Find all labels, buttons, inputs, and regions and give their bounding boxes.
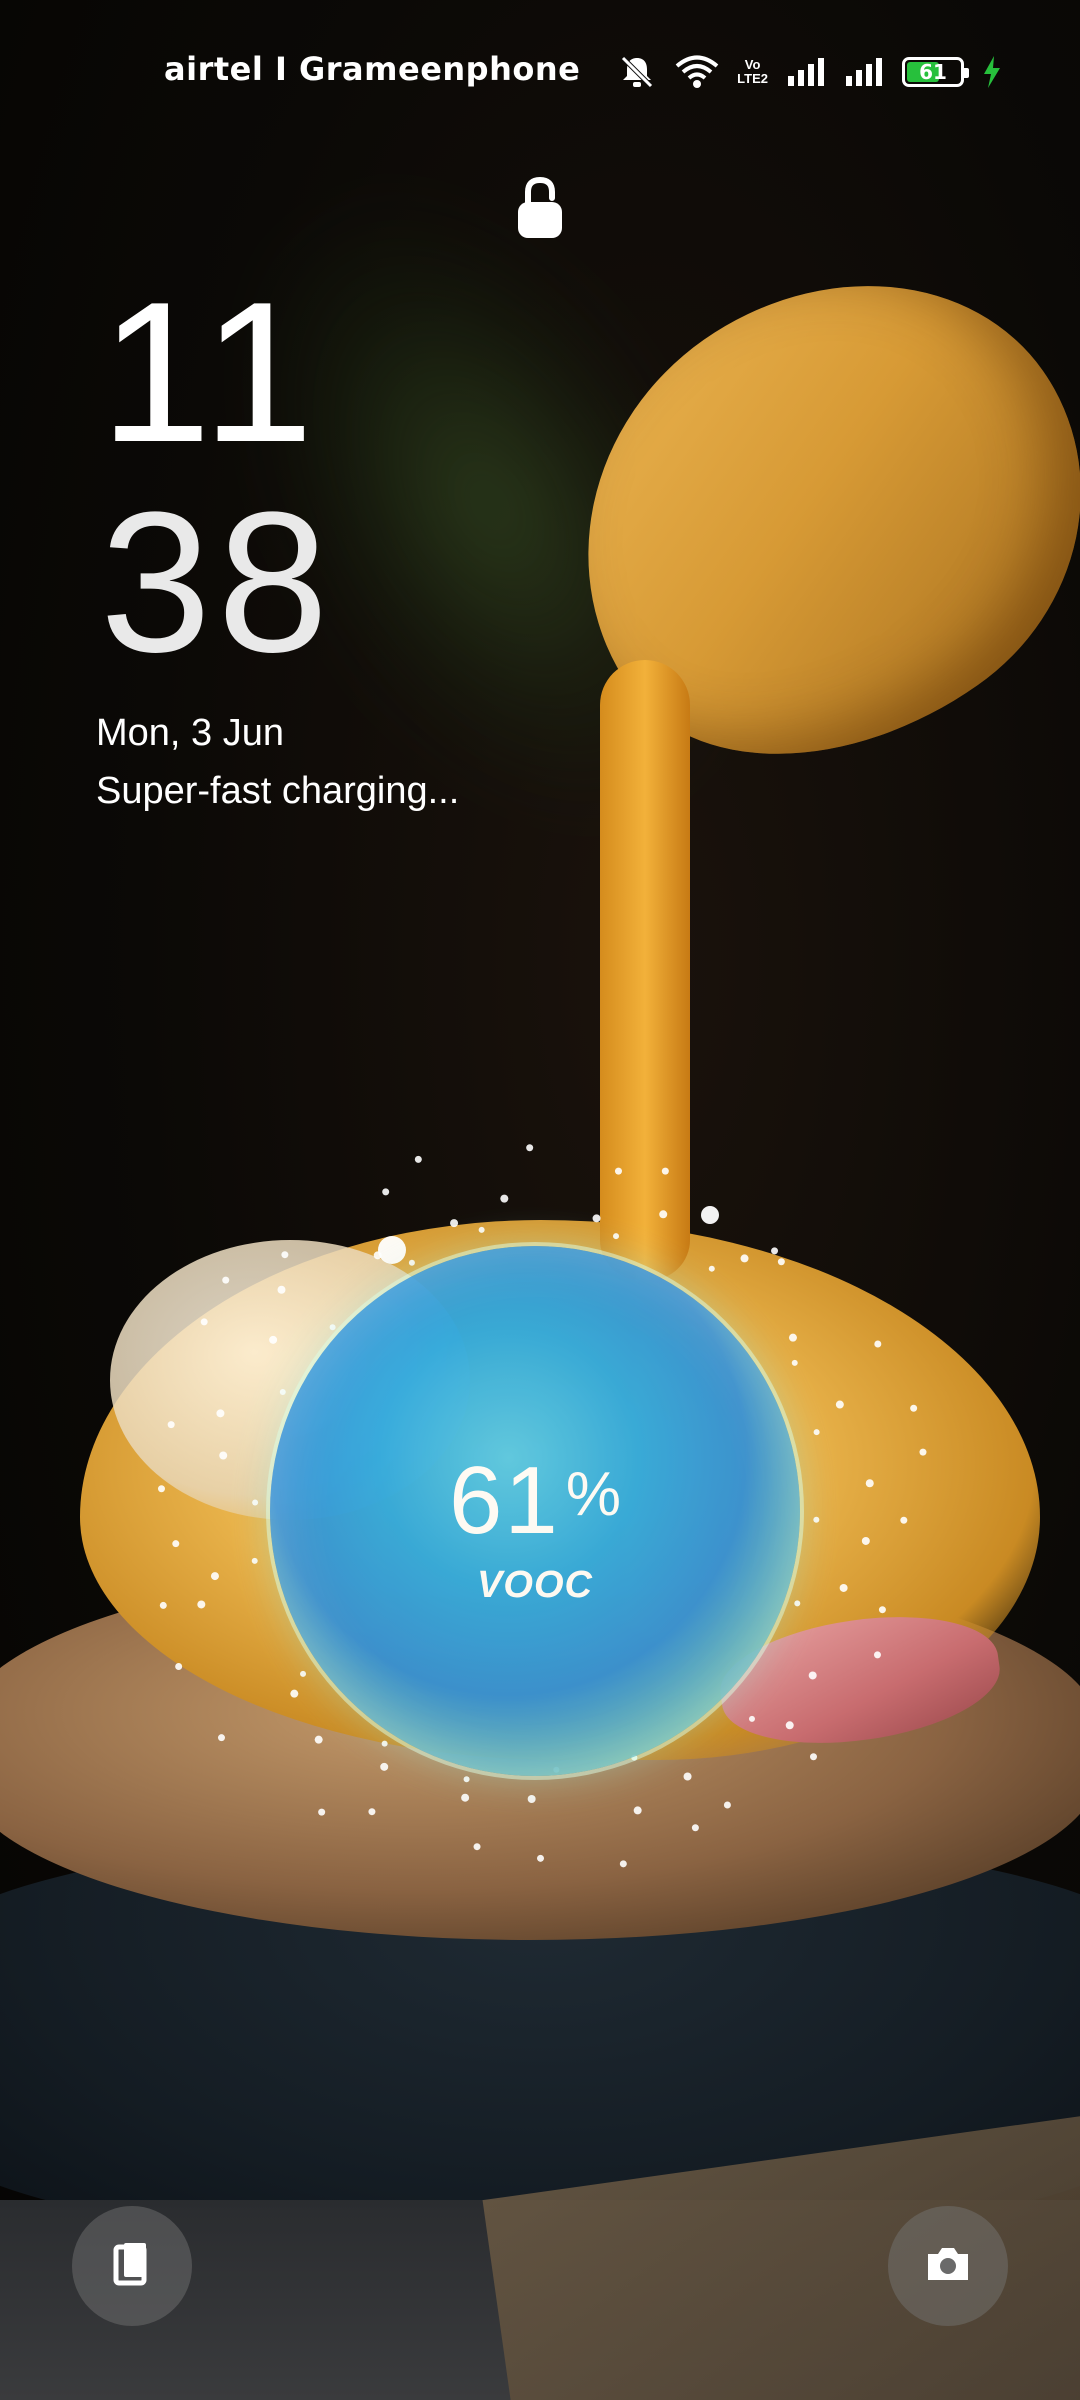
charging-particle [839, 1583, 848, 1592]
charging-particle [473, 1843, 481, 1851]
charging-particle [382, 1188, 390, 1196]
charging-particle [701, 1206, 719, 1224]
charging-particle [167, 1421, 175, 1429]
charging-particle [197, 1600, 206, 1609]
charging-particle [777, 1258, 785, 1266]
charging-particle [159, 1601, 167, 1609]
charging-particle [659, 1210, 668, 1219]
charging-percent-sign: % [565, 1460, 621, 1529]
charging-particle [771, 1247, 779, 1255]
charging-particle [414, 1155, 422, 1163]
charging-particle [222, 1276, 230, 1284]
charging-particle [791, 1359, 798, 1366]
charging-particle [910, 1404, 918, 1412]
charging-particle [527, 1795, 536, 1804]
charging-particle [900, 1516, 908, 1524]
charging-particle [835, 1400, 844, 1409]
charging-particle [175, 1663, 183, 1671]
battery-level: 61 [919, 60, 947, 84]
charging-particle [874, 1340, 882, 1348]
charging-particle [450, 1219, 459, 1228]
charging-particle [809, 1753, 817, 1761]
charging-particle [210, 1572, 219, 1581]
charging-particle [813, 1516, 820, 1523]
charging-particle [613, 1233, 620, 1240]
charging-particle [300, 1670, 307, 1677]
charging-particle [217, 1734, 225, 1742]
wallet-icon [112, 2241, 152, 2291]
charging-particle [251, 1557, 258, 1564]
charging-particle [290, 1689, 299, 1698]
charging-particle [865, 1479, 874, 1488]
charging-percent: 61% [270, 1446, 800, 1556]
charging-particle [537, 1854, 545, 1862]
charging-particle [463, 1776, 470, 1783]
charging-particle [478, 1226, 485, 1233]
charging-particle [408, 1259, 415, 1266]
charging-percent-value: 61 [449, 1447, 560, 1554]
charging-particle [281, 1251, 289, 1259]
charging-particle [708, 1265, 715, 1272]
charging-particle [329, 1324, 336, 1331]
charging-particle [683, 1772, 692, 1781]
charging-particle [813, 1429, 820, 1436]
charging-particle [919, 1448, 927, 1456]
charging-particle [788, 1333, 797, 1342]
charging-particle [633, 1806, 642, 1815]
charging-particle [277, 1285, 286, 1294]
charging-particle [269, 1335, 278, 1344]
charging-particle [318, 1808, 326, 1816]
charging-particle [380, 1762, 389, 1771]
charging-particle [785, 1721, 794, 1730]
charging-particle [368, 1808, 376, 1816]
charging-particle [381, 1740, 388, 1747]
charging-particle [878, 1606, 886, 1614]
charging-particle-ring [157, 1144, 927, 1868]
charging-particle [500, 1194, 509, 1203]
charging-particle [461, 1793, 470, 1802]
charging-particle [157, 1485, 165, 1493]
charging-particle [748, 1715, 755, 1722]
camera-icon [924, 2244, 972, 2288]
charging-particle [279, 1388, 286, 1395]
charging-particle [252, 1499, 259, 1506]
camera-shortcut-button[interactable] [888, 2206, 1008, 2326]
wallet-shortcut-button[interactable] [72, 2206, 192, 2326]
charging-particle [691, 1824, 699, 1832]
charging-particle [219, 1451, 228, 1460]
charging-particle [314, 1735, 323, 1744]
charging-particle [808, 1671, 817, 1680]
charging-orb: 61% VOOC [270, 1246, 800, 1776]
vooc-logo: VOOC [477, 1564, 593, 1606]
charging-particle [378, 1236, 406, 1264]
charging-particle [619, 1860, 627, 1868]
charging-particle [592, 1214, 601, 1223]
charging-particle [740, 1254, 749, 1263]
charging-particle [614, 1167, 622, 1175]
charging-particle [216, 1409, 225, 1418]
lock-screen: airtel I Grameenphone Vo LTE2 61 11 38 M… [0, 0, 1080, 2400]
charging-particle [861, 1536, 870, 1545]
charging-particle [172, 1540, 180, 1548]
charging-particle [723, 1801, 731, 1809]
charging-particle [873, 1651, 881, 1659]
charging-particle [661, 1167, 669, 1175]
charging-particle [526, 1144, 534, 1152]
charging-particle [200, 1318, 208, 1326]
